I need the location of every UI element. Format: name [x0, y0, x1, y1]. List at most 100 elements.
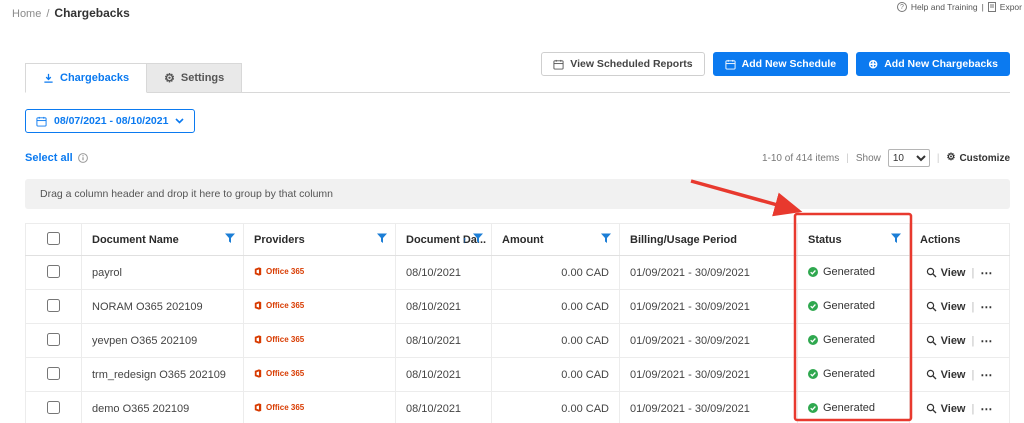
add-new-schedule-button[interactable]: Add New Schedule	[712, 52, 849, 76]
row-checkbox[interactable]	[47, 264, 60, 278]
page-size-select[interactable]: 10	[887, 149, 930, 167]
select-all-link[interactable]: Select all	[25, 152, 88, 164]
column-header-amount[interactable]: Amount	[491, 223, 620, 256]
view-label: View	[940, 368, 966, 381]
row-checkbox[interactable]	[47, 366, 60, 380]
customize-button[interactable]: ⚙ Customize	[946, 153, 1010, 164]
filter-icon[interactable]	[601, 233, 611, 246]
status-cell: Generated	[797, 289, 910, 324]
filter-icon[interactable]	[225, 233, 235, 246]
column-header-actions: Actions	[909, 223, 1010, 256]
status-label: Generated	[823, 367, 875, 380]
breadcrumb: Home / Chargebacks	[12, 6, 130, 20]
office-365-icon	[254, 334, 262, 344]
topbar-divider: |	[981, 2, 984, 12]
row-checkbox[interactable]	[47, 400, 60, 414]
view-button[interactable]: View	[926, 267, 966, 279]
document-name-cell: NORAM O365 202109	[81, 289, 244, 324]
group-by-drop-zone[interactable]: Drag a column header and drop it here to…	[25, 179, 1010, 209]
office-365-icon	[254, 266, 262, 276]
divider: |	[936, 152, 940, 164]
tab-settings[interactable]: ⚙ Settings	[147, 63, 243, 93]
provider-cell: Office 365	[243, 323, 396, 358]
check-circle-icon	[808, 300, 818, 311]
select-all-checkbox[interactable]	[47, 231, 60, 245]
table-header: Document Name Providers Document Da... ↑…	[25, 223, 1010, 256]
status-cell: Generated	[797, 391, 910, 423]
breadcrumb-home-link[interactable]: Home	[12, 8, 41, 20]
row-checkbox[interactable]	[47, 298, 60, 312]
view-button[interactable]: View	[926, 403, 966, 415]
check-circle-icon	[808, 334, 818, 345]
more-actions-button[interactable]: ⋯	[980, 368, 993, 382]
more-actions-button[interactable]: ⋯	[980, 266, 993, 280]
filter-icon[interactable]	[377, 233, 387, 246]
main-content: Chargebacks ⚙ Settings View Scheduled Re…	[0, 52, 1024, 423]
status-label: Generated	[823, 401, 875, 414]
column-label: Status	[808, 233, 842, 246]
view-scheduled-reports-button[interactable]: View Scheduled Reports	[541, 52, 705, 76]
more-actions-button[interactable]: ⋯	[980, 300, 993, 314]
column-label: Amount	[502, 233, 544, 246]
button-label: Add New Schedule	[741, 58, 837, 70]
view-button[interactable]: View	[926, 335, 966, 347]
column-header-status[interactable]: Status	[797, 223, 910, 256]
actions-divider: |	[971, 402, 975, 415]
status-label: Generated	[823, 299, 875, 312]
table-body: payrol Office 365 08/10/2021 0.00 CAD 01…	[25, 255, 1010, 423]
table-row: payrol Office 365 08/10/2021 0.00 CAD 01…	[25, 255, 1010, 290]
filter-icon[interactable]	[891, 233, 901, 246]
document-name-cell: yevpen O365 202109	[81, 323, 244, 358]
check-circle-icon	[808, 402, 818, 413]
export-icon	[987, 2, 996, 12]
more-actions-button[interactable]: ⋯	[980, 334, 993, 348]
column-label: Providers	[254, 233, 305, 246]
provider-cell: Office 365	[243, 255, 396, 290]
select-all-checkbox-cell	[25, 223, 82, 256]
add-new-chargebacks-button[interactable]: ⊕ Add New Chargebacks	[856, 52, 1010, 76]
row-checkbox-cell	[25, 391, 82, 423]
breadcrumb-separator: /	[46, 8, 50, 20]
amount-cell: 0.00 CAD	[491, 323, 620, 358]
date-range-value: 08/07/2021 - 08/10/2021	[54, 115, 169, 127]
table-row: trm_redesign O365 202109 Office 365 08/1…	[25, 357, 1010, 392]
filter-icon[interactable]	[473, 233, 483, 246]
tab-chargebacks[interactable]: Chargebacks	[25, 63, 148, 93]
document-date-cell: 08/10/2021	[395, 289, 492, 324]
date-filter-row: 08/07/2021 - 08/10/2021	[25, 109, 1010, 133]
actions-divider: |	[971, 300, 975, 313]
provider-cell: Office 365	[243, 289, 396, 324]
actions-divider: |	[971, 266, 975, 279]
export-link[interactable]: Expor	[1000, 2, 1022, 12]
document-date-cell: 08/10/2021	[395, 391, 492, 423]
row-checkbox[interactable]	[47, 332, 60, 346]
help-and-training-link[interactable]: Help and Training	[911, 2, 978, 12]
topbar-links: ? Help and Training | Expor	[896, 2, 1022, 12]
column-label: Billing/Usage Period	[630, 233, 737, 246]
column-header-providers[interactable]: Providers	[243, 223, 396, 256]
provider-name: Office 365	[266, 368, 305, 378]
column-header-document-date[interactable]: Document Da... ↑	[395, 223, 492, 256]
view-label: View	[940, 334, 966, 347]
magnifier-icon	[926, 267, 937, 278]
sort-ascending-icon[interactable]: ↑	[463, 235, 468, 245]
magnifier-icon	[926, 335, 937, 346]
magnifier-icon	[926, 301, 937, 312]
table-row: NORAM O365 202109 Office 365 08/10/2021 …	[25, 289, 1010, 324]
view-label: View	[940, 300, 966, 313]
items-range-label: 1-10 of 414 items	[761, 152, 840, 164]
amount-cell: 0.00 CAD	[491, 255, 620, 290]
column-header-document-name[interactable]: Document Name	[81, 223, 244, 256]
column-header-billing-period[interactable]: Billing/Usage Period	[619, 223, 798, 256]
button-label: View Scheduled Reports	[570, 58, 693, 70]
check-circle-icon	[808, 266, 818, 277]
view-button[interactable]: View	[926, 301, 966, 313]
actions-cell: View | ⋯	[909, 255, 1010, 290]
row-checkbox-cell	[25, 323, 82, 358]
help-icon: ?	[896, 2, 907, 12]
table-row: yevpen O365 202109 Office 365 08/10/2021…	[25, 323, 1010, 358]
row-checkbox-cell	[25, 255, 82, 290]
view-button[interactable]: View	[926, 369, 966, 381]
more-actions-button[interactable]: ⋯	[980, 402, 993, 416]
date-range-picker[interactable]: 08/07/2021 - 08/10/2021	[25, 109, 196, 133]
